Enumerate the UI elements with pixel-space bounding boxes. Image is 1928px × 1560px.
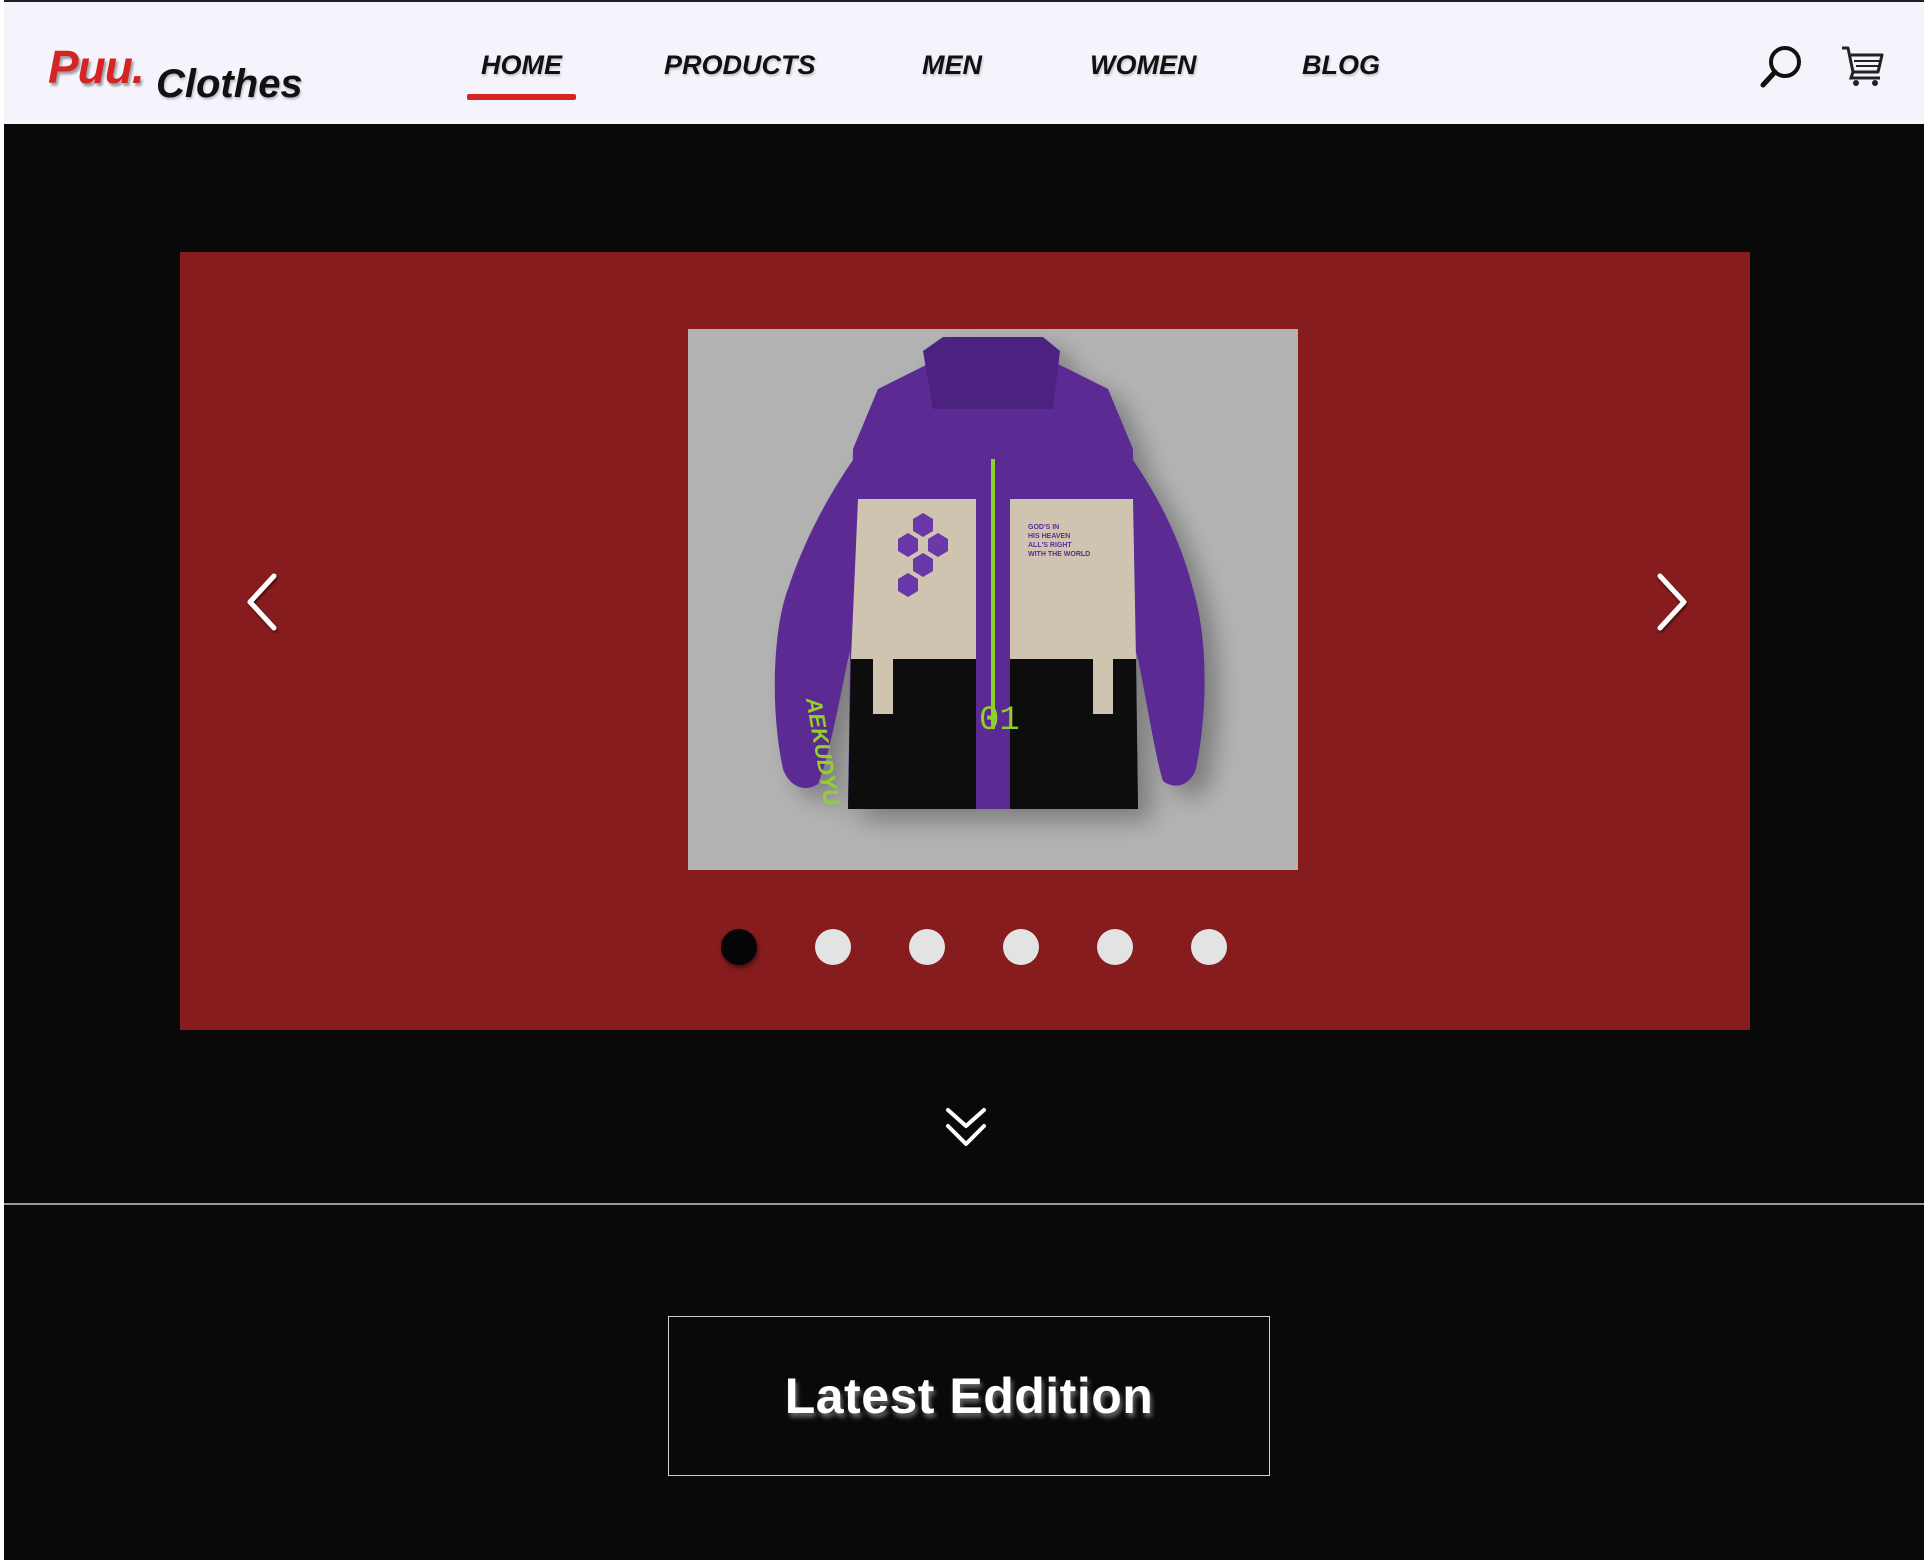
double-chevron-down-icon[interactable] [942, 1104, 990, 1152]
latest-edition-banner: Latest Eddition [668, 1316, 1270, 1476]
carousel-dot-5[interactable] [1097, 929, 1133, 965]
nav-women[interactable]: WOMEN [1090, 50, 1196, 81]
page: Puu. Clothes HOME PRODUCTS MEN WOMEN BLO… [4, 0, 1924, 1560]
carousel-dots [180, 929, 1750, 969]
nav-home[interactable]: HOME [467, 50, 576, 100]
cart-icon[interactable] [1840, 42, 1886, 90]
site-header: Puu. Clothes HOME PRODUCTS MEN WOMEN BLO… [4, 0, 1924, 124]
carousel-dot-2[interactable] [815, 929, 851, 965]
jacket-chest-line-1: GOD'S IN [1028, 524, 1059, 531]
jacket-image: GOD'S IN HIS HEAVEN ALL'S RIGHT WITH THE… [688, 329, 1298, 870]
logo-name-part: Clothes [156, 62, 303, 106]
nav-products[interactable]: PRODUCTS [664, 50, 816, 81]
chevron-left-icon[interactable] [240, 570, 284, 634]
hero-carousel: GOD'S IN HIS HEAVEN ALL'S RIGHT WITH THE… [180, 252, 1750, 1030]
carousel-dot-6[interactable] [1191, 929, 1227, 965]
jacket-chest-line-3: ALL'S RIGHT [1028, 542, 1072, 549]
jacket-zip-number: 01 [979, 702, 1020, 740]
jacket-chest-line-2: HIS HEAVEN [1028, 533, 1070, 540]
chevron-right-icon[interactable] [1650, 570, 1694, 634]
nav-men[interactable]: MEN [922, 50, 982, 81]
search-icon[interactable] [1758, 42, 1806, 90]
jacket-chest-line-4: WITH THE WORLD [1028, 551, 1090, 558]
logo-brand-part: Puu. [48, 41, 145, 93]
carousel-dot-3[interactable] [909, 929, 945, 965]
section-title: Latest Eddition [784, 1368, 1154, 1424]
section-divider [4, 1203, 1924, 1205]
carousel-dot-1[interactable] [721, 929, 757, 965]
nav-blog[interactable]: BLOG [1302, 50, 1380, 81]
carousel-dot-4[interactable] [1003, 929, 1039, 965]
